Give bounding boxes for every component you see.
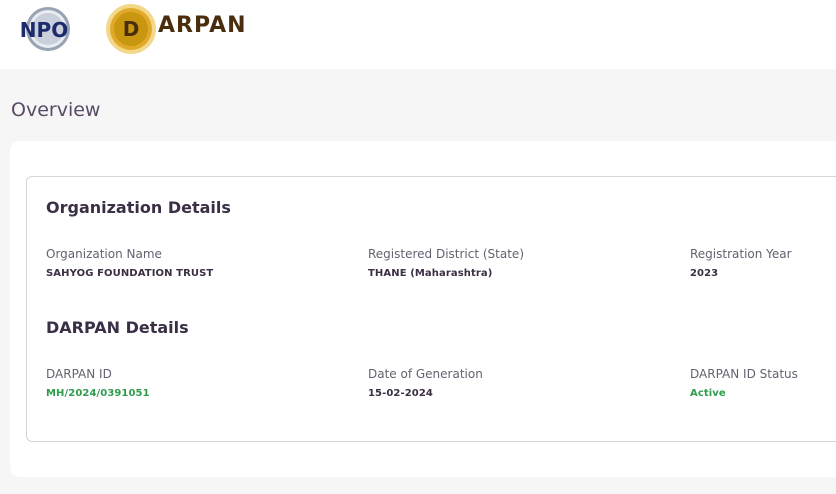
darpan-logo-letter: D [123,17,140,41]
ngo-logo[interactable]: NPO [20,5,72,53]
date-of-generation-value: 15-02-2024 [368,388,433,399]
darpan-wordmark: ARPAN [158,13,247,38]
darpan-id-label: DARPAN ID [46,367,112,381]
darpan-emblem-icon: D [106,4,156,54]
ngo-logo-icon: NPO [20,7,70,51]
registered-district-value: THANE (Maharashtra) [368,268,493,279]
registration-year-value: 2023 [690,268,719,279]
organization-name-label: Organization Name [46,247,162,261]
darpan-id-value: MH/2024/0391051 [46,388,150,399]
page-title: Overview [11,99,101,121]
ngo-logo-text: NPO [20,18,68,42]
top-header: NPO D ARPAN [0,0,836,69]
date-of-generation-label: Date of Generation [368,367,483,381]
darpan-id-status-value: Active [690,388,726,399]
organization-name-value: SAHYOG FOUNDATION TRUST [46,268,214,279]
registered-district-label: Registered District (State) [368,247,524,261]
registration-year-label: Registration Year [690,247,792,261]
organization-details-title: Organization Details [46,198,231,217]
darpan-id-status-label: DARPAN ID Status [690,367,798,381]
darpan-details-title: DARPAN Details [46,318,189,337]
